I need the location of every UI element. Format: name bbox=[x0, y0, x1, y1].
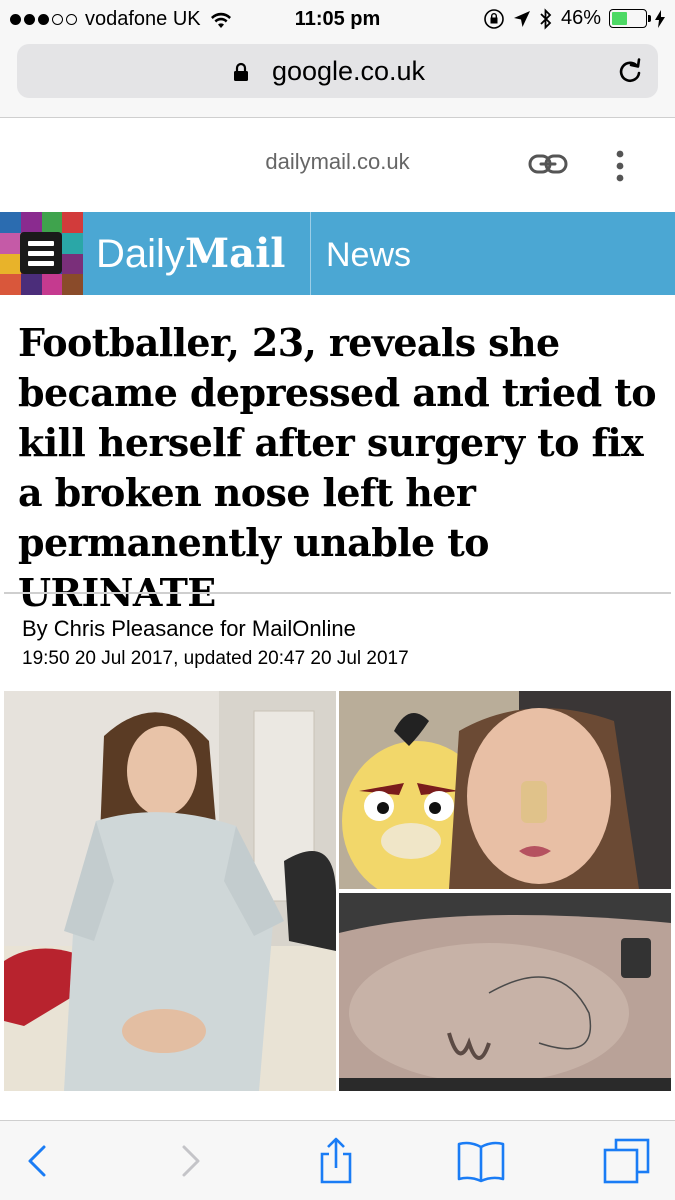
article-dateline: 19:50 20 Jul 2017, updated 20:47 20 Jul … bbox=[22, 648, 409, 669]
charging-icon bbox=[655, 9, 665, 28]
source-domain[interactable]: dailymail.co.uk bbox=[0, 149, 675, 175]
share-icon bbox=[320, 1137, 352, 1184]
menu-icon[interactable] bbox=[20, 232, 62, 274]
article-headline: Footballer, 23, reveals she became depre… bbox=[18, 320, 657, 615]
tabs-icon bbox=[603, 1138, 650, 1184]
tabs-button[interactable] bbox=[598, 1135, 654, 1187]
url-text: google.co.uk bbox=[271, 56, 426, 86]
daily-mail-logo[interactable]: DailyMail bbox=[96, 232, 286, 277]
bluetooth-icon bbox=[540, 7, 552, 30]
back-icon bbox=[28, 1145, 46, 1177]
forward-button[interactable] bbox=[162, 1135, 218, 1187]
photo-hospital-patient bbox=[4, 691, 336, 1091]
amp-viewer-header: dailymail.co.uk bbox=[0, 118, 675, 212]
status-bar: vodafone UK 11:05 pm 46% bbox=[0, 0, 675, 40]
reload-icon[interactable] bbox=[616, 57, 644, 85]
battery-icon bbox=[609, 9, 651, 28]
article-byline: By Chris Pleasance for MailOnline bbox=[22, 616, 356, 641]
bookmarks-icon bbox=[457, 1141, 505, 1183]
battery-percent: 46% bbox=[560, 7, 601, 29]
article-photo-selfie[interactable] bbox=[339, 691, 671, 889]
section-label[interactable]: News bbox=[326, 236, 411, 275]
back-button[interactable] bbox=[10, 1135, 66, 1187]
forward-icon bbox=[182, 1145, 200, 1177]
photo-abdomen-dressing bbox=[339, 893, 671, 1091]
rotation-lock-icon bbox=[484, 8, 504, 29]
headline-divider bbox=[4, 592, 671, 594]
browser-address-area: google.co.uk bbox=[0, 40, 675, 118]
address-bar[interactable]: google.co.uk bbox=[17, 44, 658, 98]
site-banner: DailyMail News bbox=[0, 212, 675, 295]
article-photo-main[interactable] bbox=[4, 691, 336, 1091]
share-button[interactable] bbox=[308, 1135, 364, 1187]
browser-toolbar bbox=[0, 1120, 675, 1200]
location-icon bbox=[513, 10, 530, 27]
banner-divider bbox=[310, 212, 311, 295]
article-photo-abdomen[interactable] bbox=[339, 893, 671, 1091]
bookmarks-button[interactable] bbox=[453, 1135, 509, 1187]
link-icon[interactable] bbox=[528, 152, 568, 176]
battery-level-fill bbox=[612, 12, 627, 25]
photo-selfie-with-plush bbox=[339, 691, 671, 889]
more-options-icon[interactable] bbox=[610, 148, 630, 184]
